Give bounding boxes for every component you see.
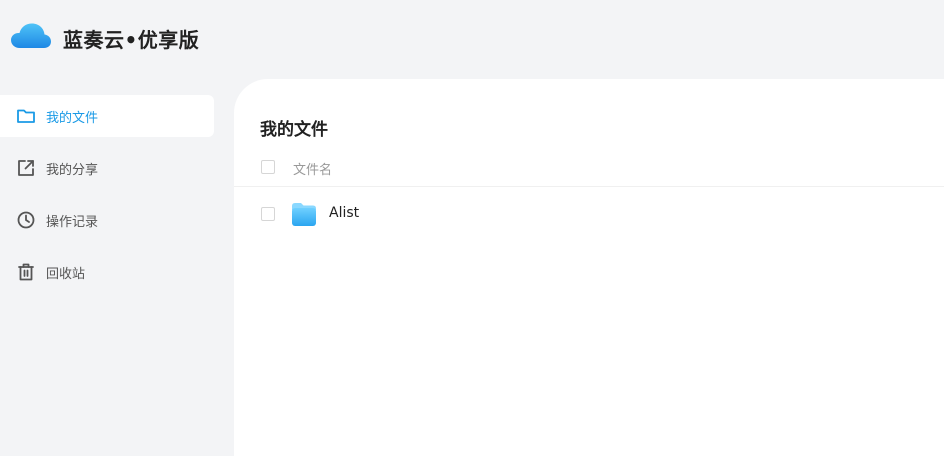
file-name[interactable]: Alist [329, 205, 359, 221]
share-icon [18, 160, 34, 176]
folder-icon [292, 203, 316, 226]
clock-icon [17, 211, 35, 229]
sidebar-item-label: 我的文件 [46, 111, 99, 126]
sidebar-item-recycle-bin[interactable]: 回收站 [0, 251, 214, 293]
sidebar-item-label: 我的分享 [46, 163, 99, 178]
column-header-name[interactable]: 文件名 [293, 159, 332, 178]
file-panel: 我的文件 文件名 Alist [234, 79, 944, 456]
sidebar-item-label: 操作记录 [46, 215, 99, 230]
sidebar-item-label: 回收站 [46, 267, 86, 282]
file-row[interactable]: Alist [234, 191, 944, 237]
sidebar: 我的文件 我的分享 操作记录 回收站 [0, 95, 214, 303]
file-list-header: 文件名 [234, 151, 944, 187]
file-checkbox[interactable] [261, 207, 275, 221]
app-title: 蓝奏云•优享版 [63, 28, 200, 52]
folder-icon [17, 109, 35, 123]
select-all-checkbox[interactable] [261, 160, 275, 174]
sidebar-item-operation-log[interactable]: 操作记录 [0, 199, 214, 241]
trash-icon [18, 263, 34, 281]
page-title: 我的文件 [260, 120, 328, 140]
app-window: 蓝奏云•优享版 我的文件 我的分享 操作记录 回收站 我的文件 文件名 Alis… [0, 0, 944, 456]
cloud-logo-icon[interactable] [10, 22, 52, 50]
top-header: 蓝奏云•优享版 [0, 0, 944, 78]
sidebar-item-my-shares[interactable]: 我的分享 [0, 147, 214, 189]
sidebar-item-my-files[interactable]: 我的文件 [0, 95, 214, 137]
